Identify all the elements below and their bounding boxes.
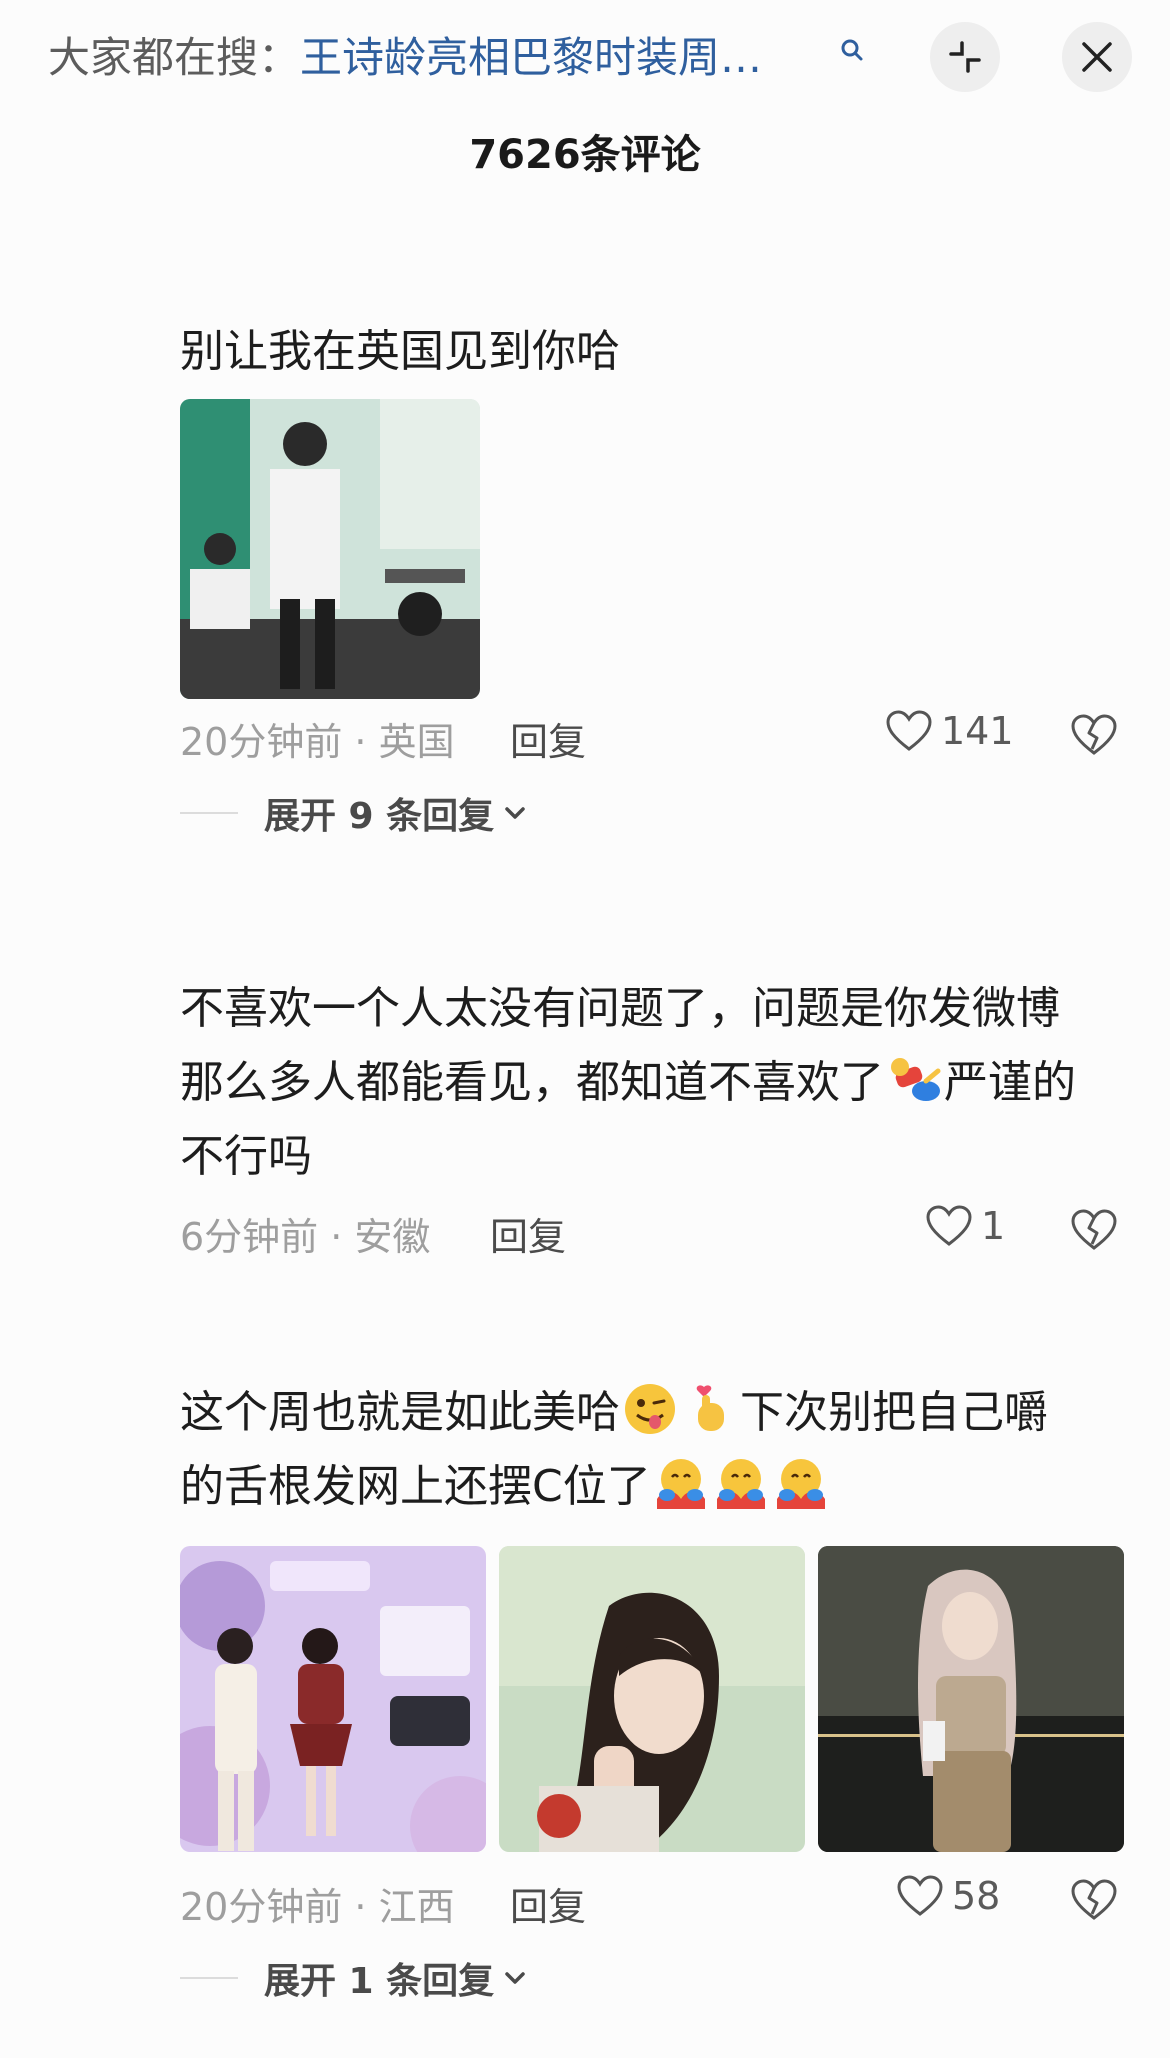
comment-text-segment: 严谨的 — [944, 1057, 1076, 1108]
search-topic-link[interactable]: 王诗龄亮相巴黎时装周… — [300, 33, 762, 82]
collapse-icon — [949, 41, 981, 73]
comment-text: 别让我在英国见到你哈 — [180, 326, 620, 377]
comment-text-line: 不行吗 — [180, 1131, 312, 1182]
chevron-down-icon — [505, 1972, 525, 1984]
comment-text-line: 这个周也就是如此美哈 下次别把自己嚼 — [180, 1376, 1130, 1450]
comment-text: 这个周也就是如此美哈 下次别把自己嚼 的舌根发网上还摆C位了 — [180, 1376, 1130, 1524]
comment-meta: 20分钟前 · 江西 — [180, 1885, 455, 1929]
comment-text-segment: 这个周也就是如此美哈 — [180, 1387, 620, 1438]
hugging-face-emoji-icon — [776, 1459, 825, 1509]
comment-item: 别让我在英国见到你哈 20分钟前 · 英国 回复 141 展开 9 条回复 — [180, 315, 1130, 855]
heart-icon — [926, 1205, 972, 1246]
fallen-person-emoji-icon — [891, 1058, 941, 1101]
collapse-button[interactable] — [930, 22, 1000, 92]
divider-line — [180, 1977, 238, 1979]
comment-image[interactable] — [180, 399, 480, 699]
chevron-down-icon — [505, 807, 525, 819]
comment-text-line: 那么多人都能看见，都知道不喜欢了 严谨的 — [180, 1046, 1130, 1120]
reply-button[interactable]: 回复 — [510, 1876, 586, 1931]
comment-meta: 6分钟前 · 安徽 — [180, 1215, 431, 1259]
broken-heart-icon[interactable] — [1070, 1878, 1118, 1922]
broken-heart-icon[interactable] — [1070, 713, 1118, 757]
like-button[interactable]: 58 — [896, 1874, 1000, 1918]
comment-item: 这个周也就是如此美哈 下次别把自己嚼 的舌根发网上还摆C位了 20分钟前 · 江… — [180, 1376, 1130, 2036]
like-button[interactable]: 1 — [925, 1204, 1005, 1248]
top-bar: 大家都在搜：王诗龄亮相巴黎时装周… — [0, 0, 1170, 120]
search-prefix: 大家都在搜： — [48, 33, 301, 82]
expand-replies-button[interactable]: 展开 1 条回复 — [180, 1952, 530, 2004]
comment-text-segment: 那么多人都能看见，都知道不喜欢了 — [180, 1057, 884, 1108]
comment-text-line: 不喜欢一个人太没有问题了，问题是你发微博 — [180, 983, 1060, 1034]
comment-image[interactable] — [499, 1546, 805, 1852]
like-button[interactable]: 141 — [885, 709, 1014, 753]
close-button[interactable] — [1062, 22, 1132, 92]
broken-heart-icon[interactable] — [1070, 1208, 1118, 1252]
finger-heart-emoji-icon — [696, 1385, 724, 1431]
comment-text: 不喜欢一个人太没有问题了，问题是你发微博 那么多人都能看见，都知道不喜欢了 严谨… — [180, 972, 1130, 1194]
like-count: 58 — [952, 1874, 1001, 1918]
hugging-face-emoji-icon — [716, 1459, 765, 1509]
comment-text-segment: 下次别把自己嚼 — [740, 1387, 1048, 1438]
reply-button[interactable]: 回复 — [490, 1206, 566, 1261]
search-icon[interactable] — [838, 36, 866, 64]
heart-icon — [897, 1875, 943, 1916]
comment-meta: 20分钟前 · 英国 — [180, 720, 455, 764]
heart-icon — [886, 710, 932, 751]
like-count: 141 — [941, 709, 1014, 753]
comment-item: 不喜欢一个人太没有问题了，问题是你发微博 那么多人都能看见，都知道不喜欢了 严谨… — [180, 972, 1130, 1272]
winking-face-tongue-emoji-icon — [625, 1384, 675, 1434]
comment-image[interactable] — [180, 1546, 486, 1852]
comment-count-title: 7626条评论 — [469, 132, 701, 178]
trending-search-hint[interactable]: 大家都在搜：王诗龄亮相巴黎时装周… — [48, 28, 762, 88]
expand-replies-button[interactable]: 展开 9 条回复 — [180, 787, 530, 839]
close-icon — [1082, 42, 1112, 72]
like-count: 1 — [981, 1204, 1006, 1248]
reply-button[interactable]: 回复 — [510, 711, 586, 766]
expand-replies-label: 展开 1 条回复 — [264, 1961, 495, 2002]
hugging-face-emoji-icon — [656, 1459, 705, 1509]
divider-line — [180, 812, 238, 814]
comment-text-line: 的舌根发网上还摆C位了 — [180, 1450, 1130, 1524]
expand-replies-label: 展开 9 条回复 — [264, 796, 495, 837]
comment-text-segment: 的舌根发网上还摆C位了 — [180, 1461, 651, 1512]
comment-image[interactable] — [818, 1546, 1124, 1852]
